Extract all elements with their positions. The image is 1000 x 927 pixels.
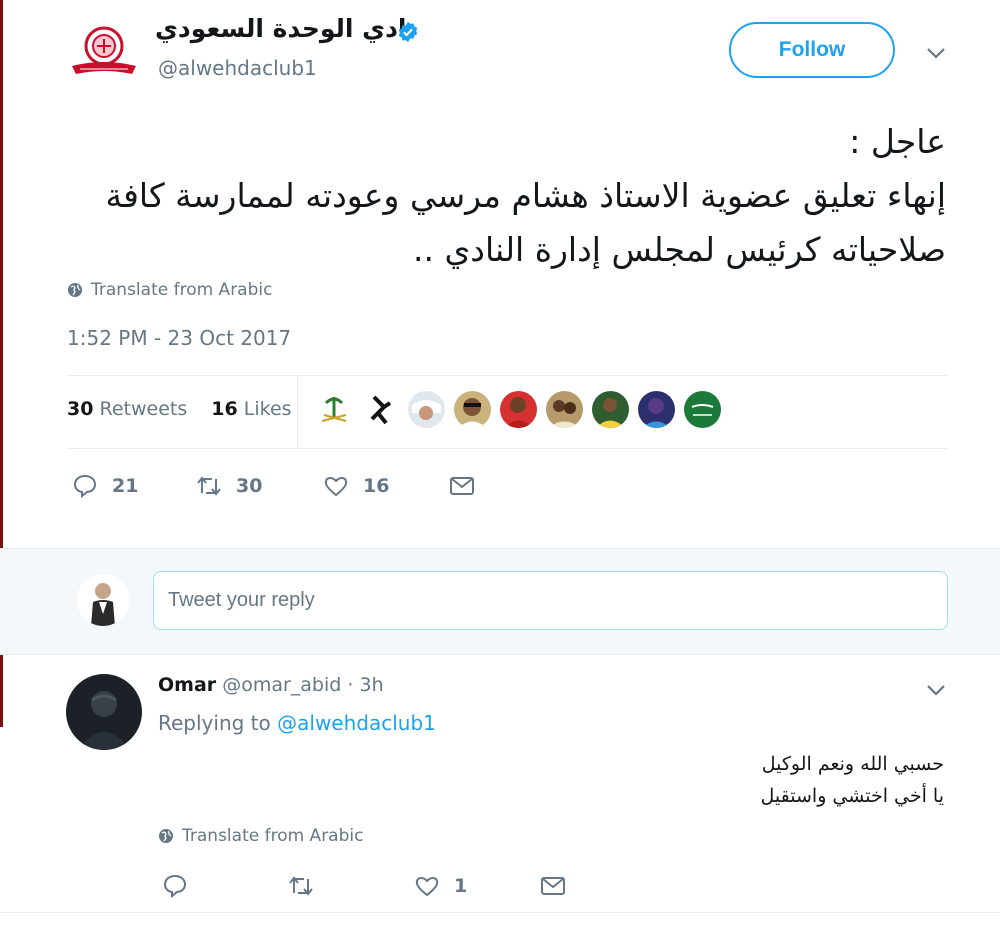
tweet-stats: 30 Retweets 16 Likes [67, 398, 292, 420]
reply-translate-label[interactable]: Translate from Arabic [182, 826, 363, 846]
retweet-icon [197, 476, 221, 496]
liker-avatar[interactable] [500, 391, 537, 428]
reply-author-handle[interactable]: @omar_abid [222, 674, 341, 696]
omar-avatar[interactable] [66, 674, 142, 750]
account-handle[interactable]: @alwehdaclub1 [158, 56, 317, 80]
chevron-down-icon[interactable] [925, 45, 947, 59]
reply-author-name[interactable]: Omar [158, 674, 216, 696]
retweets-count: 30 [67, 398, 94, 420]
liker-avatar[interactable] [316, 391, 353, 428]
likes-stat[interactable]: 16 Likes [211, 398, 291, 420]
current-user-avatar[interactable] [77, 574, 129, 626]
replying-to-link[interactable]: @alwehdaclub1 [277, 711, 436, 735]
retweets-label: Retweets [99, 398, 188, 420]
likers-avatars [316, 391, 721, 428]
liker-avatar[interactable] [454, 391, 491, 428]
reply-translate-link[interactable]: Translate from Arabic [158, 826, 363, 846]
account-name[interactable]: نادي الوحدة السعودي [155, 14, 417, 43]
reply-icon [163, 874, 187, 899]
liker-avatar[interactable] [408, 391, 445, 428]
follow-button[interactable]: Follow [729, 22, 895, 78]
tweet-timestamp[interactable]: 1:52 PM - 23 Oct 2017 [67, 326, 291, 350]
liker-avatar[interactable] [546, 391, 583, 428]
retweet-count: 30 [236, 475, 263, 497]
reply-reply-action[interactable] [162, 873, 202, 899]
club-logo-avatar[interactable] [66, 22, 142, 80]
stats-top-divider [67, 375, 948, 376]
reply-text: حسبي الله ونعم الوكيل يا أخي اختشي واستق… [760, 753, 944, 807]
verified-badge-icon [397, 21, 419, 43]
reply-icon [73, 474, 97, 499]
retweets-stat[interactable]: 30 Retweets [67, 398, 187, 420]
replying-prefix: Replying to [158, 711, 271, 735]
direct-message-action[interactable] [449, 473, 489, 499]
globe-icon [68, 283, 82, 297]
reply-like-count: 1 [454, 875, 468, 897]
reply-direct-message-action[interactable] [540, 873, 580, 899]
retweet-action[interactable]: 30 [196, 473, 262, 499]
liker-avatar[interactable] [684, 391, 721, 428]
stats-separator [297, 376, 298, 448]
liker-avatar[interactable] [362, 391, 399, 428]
translate-label[interactable]: Translate from Arabic [91, 280, 272, 300]
reply-bottom-divider [0, 912, 1000, 913]
reply-time[interactable]: 3h [359, 674, 383, 696]
reply-like-action[interactable]: 1 [414, 873, 467, 899]
liker-avatar[interactable] [592, 391, 629, 428]
retweet-icon [289, 876, 313, 896]
translate-link[interactable]: Translate from Arabic [67, 280, 272, 300]
tweet-text: عاجل : إنهاء تعليق عضوية الاستاذ هشام مر… [105, 122, 946, 269]
heart-icon [415, 877, 439, 897]
reply-retweet-action[interactable] [288, 873, 328, 899]
globe-icon [159, 829, 173, 843]
reply-header: Omar @omar_abid · 3h [158, 674, 384, 696]
likes-label: Likes [243, 398, 292, 420]
envelope-icon [450, 477, 474, 495]
heart-icon [324, 477, 348, 497]
likes-count: 16 [211, 398, 238, 420]
liker-avatar[interactable] [638, 391, 675, 428]
replying-to: Replying to @alwehdaclub1 [158, 711, 436, 735]
stats-bottom-divider [67, 448, 948, 449]
like-count: 16 [363, 475, 390, 497]
reply-action[interactable]: 21 [72, 473, 138, 499]
reply-chevron-down-icon[interactable] [925, 682, 947, 696]
reply-separator: · [347, 674, 354, 696]
reply-count: 21 [112, 475, 139, 497]
like-action[interactable]: 16 [323, 473, 389, 499]
reply-input[interactable]: Tweet your reply [153, 571, 948, 630]
envelope-icon [541, 877, 565, 895]
